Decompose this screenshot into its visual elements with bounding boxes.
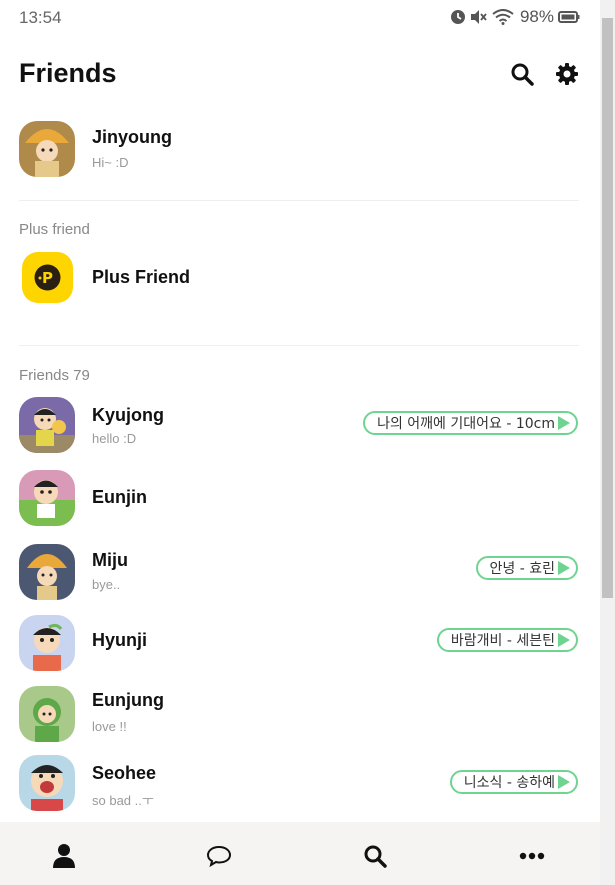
avatar [19,615,75,671]
friend-name: Seohee [92,763,157,783]
wifi-icon [492,9,514,25]
battery-percent: 98% [519,7,554,26]
gear-icon [556,63,578,85]
alarm-icon [450,10,465,24]
music-status-pill[interactable]: 바람개비 - 세븐틴 [436,628,578,652]
clock: 13:54 [19,8,62,27]
scrollbar[interactable] [600,0,615,885]
avatar [19,755,75,811]
friend-name: Kyujong [92,405,164,425]
mute-icon [470,10,487,24]
battery-icon [558,11,580,23]
status-bar: 13:54 98% [0,0,600,34]
header: Friends [0,50,600,100]
friend-row[interactable]: Seohee so bad ..ㅜ 니소식 - 송하예 [0,755,600,817]
my-name: Jinyoung [92,127,172,147]
friend-status: so bad ..ㅜ [92,793,154,808]
music-title: 나의 어깨에 기대어요 - 10cm [377,416,555,432]
avatar [19,686,75,742]
friend-row[interactable]: Miju bye.. 안녕 - 효린 [0,544,600,606]
svg-text:P: P [42,269,53,287]
search-icon [511,63,534,86]
more-dots-icon [519,852,545,860]
friend-status: hello :D [92,431,137,446]
tab-chats[interactable] [199,836,239,876]
search-button[interactable] [508,60,536,88]
friend-status: bye.. [92,577,121,592]
friend-name: Eunjung [92,690,164,710]
friend-row[interactable]: Eunjung love !! [0,686,600,748]
play-icon [558,633,570,647]
person-icon [53,844,75,868]
avatar [19,397,75,453]
page-title: Friends [19,58,117,88]
tab-find[interactable] [355,836,395,876]
section-label-friends: Friends 79 [19,367,90,384]
friend-row[interactable]: Hyunji 바람개비 - 세븐틴 [0,615,600,677]
music-status-pill[interactable]: 니소식 - 송하예 [449,770,578,794]
plus-friend-row[interactable]: P Plus Friend [0,252,600,314]
bottom-tab-bar [0,822,600,885]
plus-friend-name: Plus Friend [92,267,191,287]
plus-friend-logo: P [22,252,73,303]
play-icon [558,416,570,430]
friend-name: Miju [92,550,128,570]
friends-screen: 13:54 98% Friends Jinyoung Hi~:D Plus f… [0,0,600,885]
avatar [19,470,75,526]
music-title: 바람개비 - 세븐틴 [450,633,555,649]
my-status: Hi~ :D [92,155,129,170]
scrollbar-thumb[interactable] [602,18,613,598]
friend-name: Eunjin [92,487,147,507]
divider [19,200,579,201]
friend-name: Hyunji [92,630,148,650]
friend-row[interactable]: Kyujong hello :D 나의 어깨에 기대어요 - 10cm [0,397,600,459]
section-label-plus: Plus friend [19,221,90,238]
tab-friends[interactable] [44,836,84,876]
friend-row[interactable]: Eunjin [0,470,600,532]
music-status-pill[interactable]: 나의 어깨에 기대어요 - 10cm [363,411,578,435]
avatar [19,544,75,600]
my-profile-row[interactable]: Jinyoung Hi~ :D [0,121,600,183]
friend-status: love !! [92,719,127,734]
tab-more[interactable] [512,836,552,876]
play-icon [558,561,570,575]
search-icon [364,845,387,868]
settings-button[interactable] [553,60,581,88]
status-icons: 98% [450,7,580,27]
music-title: 니소식 - 송하예 [463,775,555,791]
music-status-pill[interactable]: 안녕 - 효린 [475,556,578,580]
divider [19,345,579,346]
play-icon [558,775,570,789]
avatar [19,121,75,177]
music-title: 안녕 - 효린 [489,561,555,577]
chat-bubble-icon [206,845,232,868]
